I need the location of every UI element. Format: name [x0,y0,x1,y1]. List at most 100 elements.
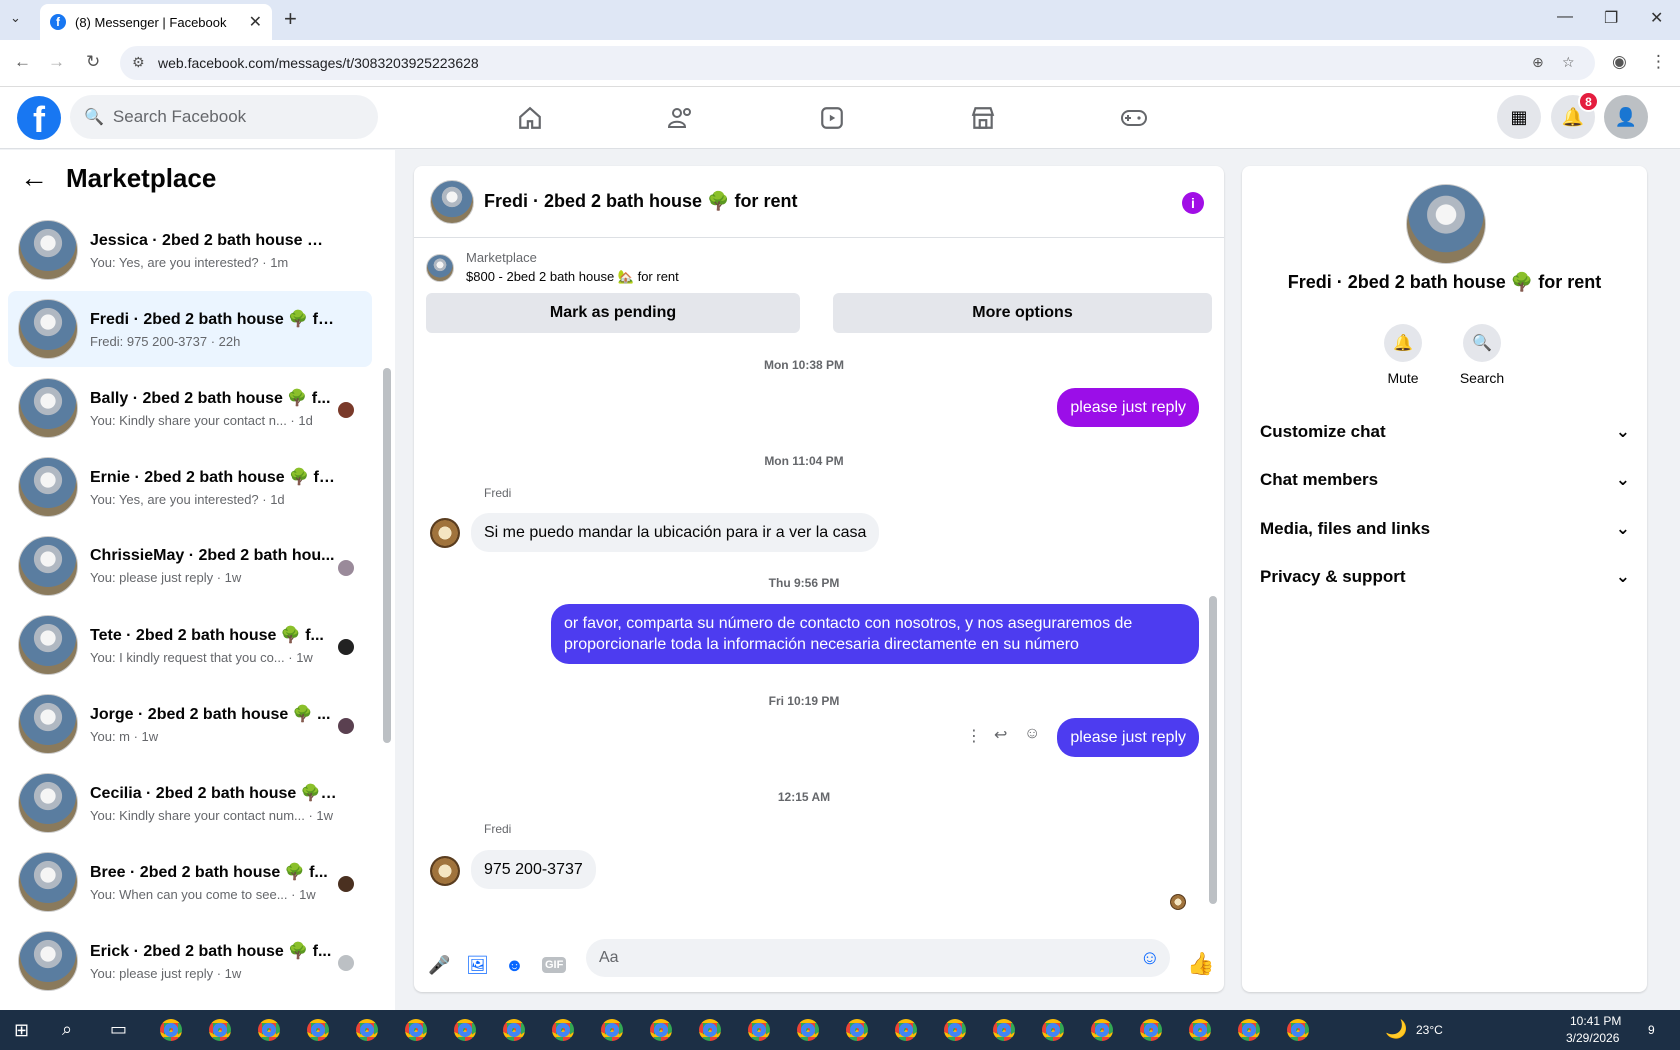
reply-icon[interactable]: ↩ [994,725,1007,745]
marketplace-listing-banner[interactable]: Marketplace $800 - 2bed 2 bath house 🏡 f… [426,250,679,285]
task-view-icon[interactable]: ▭ [110,1019,127,1040]
search-in-chat-button[interactable]: 🔍 Search [1447,324,1517,386]
taskbar-app-icon[interactable] [944,1019,966,1041]
incoming-message[interactable]: Si me puedo mandar la ubicación para ir … [471,513,880,552]
conversation-item[interactable]: Jessica · 2bed 2 bath house 🌳 f... You: Y… [8,212,372,288]
sticker-icon[interactable]: ☻ [505,955,524,976]
chat-title[interactable]: Fredi · 2bed 2 bath house 🌳 for rent [484,191,797,212]
message-input[interactable]: Aa ☺ [586,939,1170,977]
react-emoji-icon[interactable]: ☺ [1024,725,1040,743]
taskbar-app-icon[interactable] [797,1019,819,1041]
taskbar-app-icon[interactable] [1140,1019,1162,1041]
taskbar-app-icon[interactable] [650,1019,672,1041]
taskbar-app-icon[interactable] [699,1019,721,1041]
microphone-icon[interactable]: 🎤 [428,955,450,976]
chat-info-avatar[interactable] [1406,184,1486,264]
conversation-item[interactable]: Ernie · 2bed 2 bath house 🌳 for... You: Y… [8,449,372,525]
sender-avatar[interactable] [430,518,460,548]
url-field[interactable]: ⚙ web.facebook.com/messages/t/3083203925… [120,46,1595,80]
photo-icon[interactable]: 🖼 [466,955,489,976]
taskbar-app-icon[interactable] [601,1019,623,1041]
account-avatar[interactable]: 👤 [1604,95,1648,139]
gaming-icon[interactable] [1119,103,1149,133]
info-icon[interactable]: i [1182,192,1204,214]
taskbar-app-icon[interactable] [1287,1019,1309,1041]
chevron-down-icon: ⌄ [1615,519,1630,538]
restore-icon[interactable]: ❐ [1604,8,1618,28]
conversation-item[interactable]: Tete · 2bed 2 bath house 🌳 f... You: I ki… [8,607,372,683]
taskbar-app-icon[interactable] [748,1019,770,1041]
close-tab-icon[interactable]: ✕ [249,12,262,32]
taskbar-app-icon[interactable] [895,1019,917,1041]
outgoing-message[interactable]: please just reply [1057,718,1199,757]
marketplace-icon[interactable] [968,103,998,133]
taskbar-app-icon[interactable] [405,1019,427,1041]
sender-avatar[interactable] [430,856,460,886]
taskbar-app-icon[interactable] [1042,1019,1064,1041]
back-arrow-icon[interactable]: ← [20,162,48,194]
facebook-logo-icon[interactable]: f [17,96,61,140]
taskbar-app-icon[interactable] [209,1019,231,1041]
back-button[interactable]: ← [14,52,31,72]
tab-search-icon[interactable]: ⌄ [10,10,21,26]
mark-as-pending-button[interactable]: Mark as pending [426,293,800,333]
conversation-item[interactable]: Jorge · 2bed 2 bath house 🌳 ... You: m · … [8,686,372,762]
section-chat-members[interactable]: Chat members ⌄ [1260,470,1630,490]
start-menu-icon[interactable]: ⊞ [14,1020,29,1041]
taskbar-app-icon[interactable] [1091,1019,1113,1041]
emoji-icon[interactable]: ☺ [1140,947,1160,970]
search-icon[interactable]: ⌕ [62,1019,72,1040]
reload-button[interactable]: ↻ [86,52,100,72]
forward-button[interactable]: → [48,52,65,72]
conversation-name: Jessica · 2bed 2 bath house 🌳 f... [90,232,338,249]
taskbar-app-icon[interactable] [454,1019,476,1041]
friends-icon[interactable] [666,103,696,133]
conversation-item[interactable]: Cecilia · 2bed 2 bath house 🌳 f... You: K… [8,765,372,841]
weather-icon[interactable]: 🌙 [1385,1019,1407,1040]
conversation-item[interactable]: Bree · 2bed 2 bath house 🌳 f... You: When… [8,844,372,920]
outgoing-message[interactable]: or favor, comparta su número de contacto… [551,604,1199,664]
outgoing-message[interactable]: please just reply [1057,388,1199,427]
taskbar-app-icon[interactable] [356,1019,378,1041]
zoom-icon[interactable]: ⊕ [1532,54,1544,71]
site-info-icon[interactable]: ⚙ [132,54,145,71]
taskbar-app-icon[interactable] [160,1019,182,1041]
profile-icon[interactable]: ◉ [1612,52,1627,72]
taskbar-app-icon[interactable] [552,1019,574,1041]
bookmark-star-icon[interactable]: ☆ [1562,54,1575,71]
taskbar-app-icon[interactable] [258,1019,280,1041]
chat-scrollbar[interactable] [1209,596,1217,904]
new-tab-button[interactable]: + [284,6,297,32]
search-input[interactable]: 🔍 Search Facebook [70,95,378,139]
sidebar-scrollbar[interactable] [383,368,391,743]
conversation-item[interactable]: Bally · 2bed 2 bath house 🌳 f... You: Kin… [8,370,372,446]
taskbar-app-icon[interactable] [846,1019,868,1041]
taskbar-app-icon[interactable] [503,1019,525,1041]
thumbs-up-icon[interactable]: 👍 [1187,951,1214,977]
conversation-item[interactable]: ChrissieMay · 2bed 2 bath hou... You: ple… [8,528,372,604]
menu-grid-icon[interactable]: ▦ [1497,95,1541,139]
taskbar-app-icon[interactable] [1189,1019,1211,1041]
more-actions-icon[interactable]: ⋮ [966,726,982,746]
section-customize-chat[interactable]: Customize chat ⌄ [1260,422,1630,442]
chat-listing-avatar[interactable] [430,179,474,224]
incoming-message[interactable]: 975 200-3737 [471,850,596,889]
minimize-icon[interactable]: — [1557,8,1573,26]
conversation-item[interactable]: Fredi · 2bed 2 bath house 🌳 for... Fredi:… [8,291,372,367]
conversation-item[interactable]: Erick · 2bed 2 bath house 🌳 f... You: ple… [8,923,372,999]
home-icon[interactable] [515,103,545,133]
taskbar-app-icon[interactable] [307,1019,329,1041]
close-window-icon[interactable]: ✕ [1650,8,1663,28]
watch-icon[interactable] [817,103,847,133]
section-media-files-links[interactable]: Media, files and links ⌄ [1260,519,1630,539]
gif-icon[interactable]: GIF [542,957,567,973]
browser-tab[interactable]: f (8) Messenger | Facebook ✕ [40,4,272,40]
menu-dots-icon[interactable]: ⋮ [1650,52,1667,72]
taskbar-app-icon[interactable] [993,1019,1015,1041]
action-center-icon[interactable]: 9 [1648,1023,1655,1037]
mute-button[interactable]: 🔔 Mute [1368,324,1438,386]
section-privacy-support[interactable]: Privacy & support ⌄ [1260,567,1630,587]
taskbar-app-icon[interactable] [1238,1019,1260,1041]
more-options-button[interactable]: More options [833,293,1212,333]
timestamp: Fri 10:19 PM [768,694,840,708]
